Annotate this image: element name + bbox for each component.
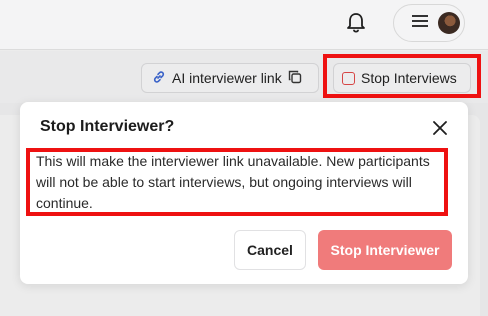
ai-interviewer-link-button[interactable]: AI interviewer link bbox=[141, 63, 319, 93]
copy-icon[interactable] bbox=[288, 70, 302, 87]
link-icon bbox=[152, 70, 166, 87]
bell-icon[interactable] bbox=[344, 10, 368, 36]
hamburger-menu-icon bbox=[412, 14, 428, 32]
avatar bbox=[438, 12, 460, 34]
dialog-title: Stop Interviewer? bbox=[40, 118, 175, 135]
close-icon[interactable] bbox=[428, 116, 452, 140]
user-menu-button[interactable] bbox=[393, 4, 465, 42]
toolbar: AI interviewer link Stop Interviews bbox=[0, 51, 488, 103]
top-header bbox=[0, 0, 488, 50]
dialog-message-highlight bbox=[26, 148, 448, 216]
stop-interviewer-dialog: Stop Interviewer? This will make the int… bbox=[20, 102, 468, 284]
ai-interviewer-link-label: AI interviewer link bbox=[172, 70, 282, 86]
cancel-button[interactable]: Cancel bbox=[234, 230, 306, 270]
stop-interviews-highlight bbox=[323, 54, 481, 98]
stop-interviewer-button[interactable]: Stop Interviewer bbox=[318, 230, 452, 270]
